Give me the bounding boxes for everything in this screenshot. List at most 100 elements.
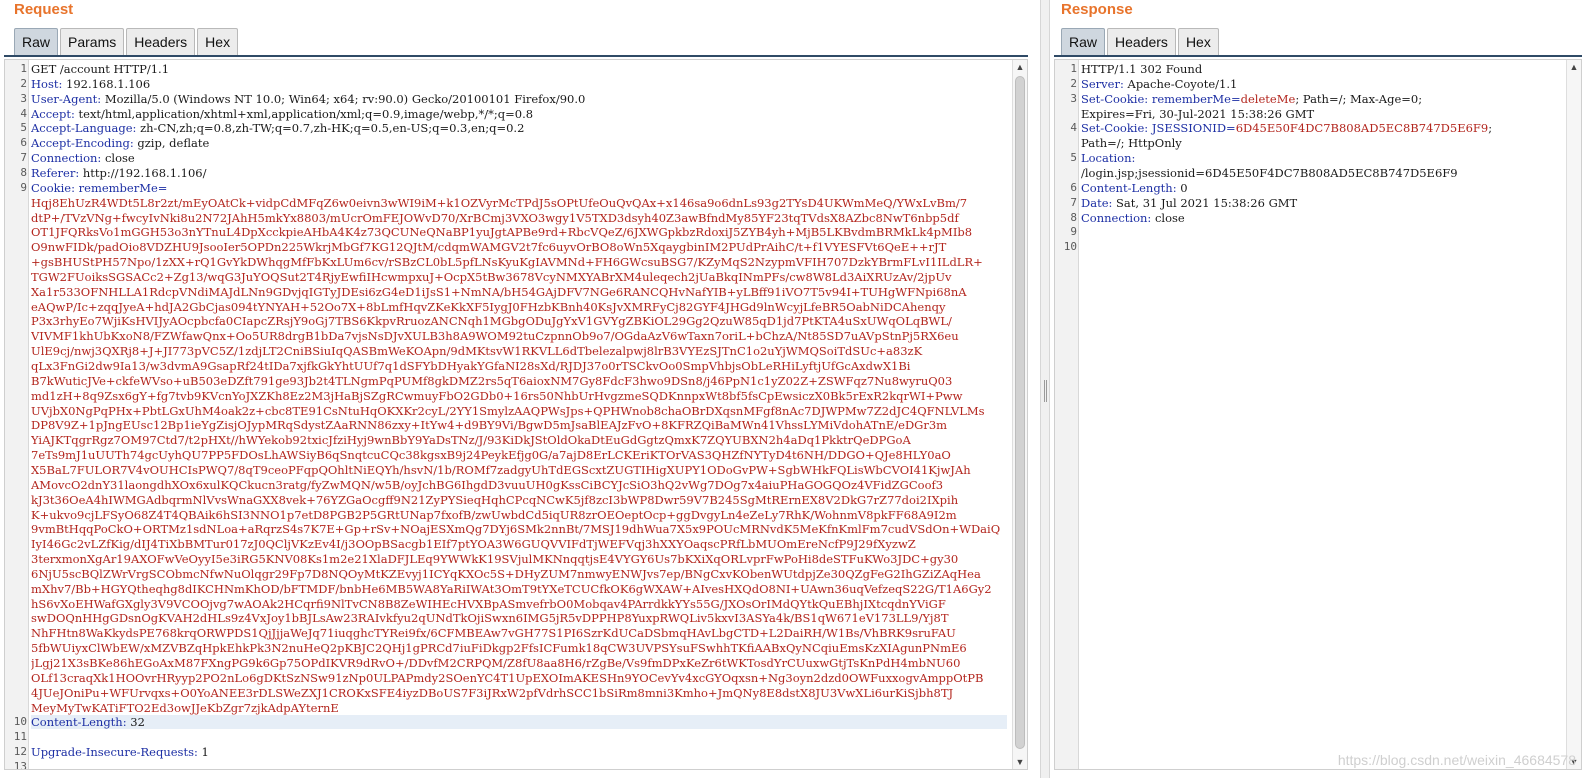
line-number: 8: [20, 165, 27, 179]
cookie-value-line: K+ukvo9cjLFSyO68Z4T4QBAik6hSI3NNO1p7etD8…: [31, 507, 957, 522]
cookie-value-line: Xa1r533OFNHLLA1RdcpVNdiMAJdLNn9GDvjqIGTy…: [31, 284, 967, 299]
header-name: Connection:: [1081, 210, 1152, 225]
request-tab-hex[interactable]: Hex: [197, 28, 239, 56]
header-name: Accept:: [31, 106, 75, 121]
header-value: Sat, 31 Jul 2021 15:38:26 GMT: [1112, 195, 1298, 210]
cookie-value-line: 7eTs9mJ1uUUTh74gcUyhQU7PP5FDOsLhAWSiyB6q…: [31, 448, 951, 463]
line-number: 13: [13, 759, 27, 770]
response-tab-hex[interactable]: Hex: [1177, 28, 1219, 56]
header-value: Apache-Coyote/1.1: [1123, 76, 1238, 91]
cookie-value-line: B7kWuticJVe+ckfeWVso+uB503eDZft791ge93Jb…: [31, 373, 953, 388]
header-value: 0: [1176, 180, 1188, 195]
request-tab-params[interactable]: Params: [60, 28, 125, 56]
request-tabs: Raw Params Headers Hex: [14, 28, 240, 56]
code-line: Content-Length: 32: [31, 715, 1007, 730]
code-line: Path=/; HttpOnly: [1081, 136, 1561, 150]
header-value: http://192.168.1.106/: [79, 165, 207, 180]
header-name: Set-Cookie:: [1081, 121, 1149, 136]
line-number: 5: [1070, 151, 1077, 165]
header-value: ;: [1488, 121, 1493, 136]
cookie-value-line: MeyMyTwKATiFTO2Ed3owJJeKbZgr7zjkAdpAYter…: [31, 700, 339, 715]
request-tab-headers[interactable]: Headers: [126, 28, 196, 56]
code-line: Location:: [1081, 151, 1561, 165]
code-line: Accept: text/html,application/xhtml+xml,…: [31, 107, 1007, 121]
line-number: 10: [13, 715, 27, 729]
code-line: User-Agent: Mozilla/5.0 (Windows NT 10.0…: [31, 92, 1007, 106]
code-line: Connection: close: [31, 151, 1007, 165]
split-divider[interactable]: [1040, 0, 1050, 778]
response-tab-raw[interactable]: Raw: [1061, 28, 1106, 56]
cookie-value-line: X5BaL7FULOR7V4vOUHCIsPWQ7/8qT9ceoPFqpQOh…: [31, 462, 971, 477]
code-line: Cookie: rememberMe=: [31, 181, 1007, 195]
header-name: Content-Length:: [31, 715, 127, 730]
header-value: 6D45E50F4DC7B808AD5EC8B747D5E6F9: [1235, 121, 1489, 136]
response-scrollbar[interactable]: ▲ ▼: [1566, 60, 1581, 769]
cookie-value-line: VIVMF1khUbKxoN8/FZWfawQnx+Oo5UR8drgB1bDa…: [31, 329, 959, 344]
response-tab-underline: [1054, 55, 1582, 57]
line-number: 2: [20, 76, 27, 90]
header-value: 32: [126, 715, 145, 730]
code-line: /login.jsp;jsessionid=6D45E50F4DC7B808AD…: [1081, 166, 1561, 180]
line-number: 6: [20, 136, 27, 150]
line-number: 9: [20, 180, 27, 194]
header-name: Host:: [31, 76, 63, 91]
cookie-value-line: DP8V9Z+1pJngEUsc12Bp1ieYgZisjOJypMRqSdys…: [31, 418, 948, 433]
code-line: Connection: close: [1081, 211, 1561, 225]
code-line: Date: Sat, 31 Jul 2021 15:38:26 GMT: [1081, 196, 1561, 210]
code-line: GET /account HTTP/1.1: [31, 62, 1007, 76]
header-value: close: [1151, 210, 1185, 225]
response-editor[interactable]: 1 HTTP/1.1 302 Found 2 Server: Apache-Coyot…: [1054, 59, 1582, 770]
line-number: 1: [1070, 62, 1077, 75]
code-line: HTTP/1.1 302 Found: [1081, 62, 1561, 76]
header-value: Mozilla/5.0 (Windows NT 10.0; Win64; x64…: [101, 91, 586, 106]
code-line: Content-Length: 0: [1081, 181, 1561, 195]
cookie-value-line: md1zH+8q9Zsx6gY+fg7tvb9KVcnYoJXZKh8Ez2M3…: [31, 388, 963, 403]
line-number: 10: [1063, 240, 1077, 254]
code-line: Referer: http://192.168.1.106/: [31, 166, 1007, 180]
code-line: Upgrade-Insecure-Requests: 1: [31, 745, 1007, 759]
header-value: GET /account HTTP/1.1: [31, 62, 170, 76]
cookie-value-line: mXhv7/Bb+HGYQtheqhg8dIKCHNmKhOD/bFTMDF/b…: [31, 581, 992, 596]
header-name: Connection:: [31, 151, 102, 166]
line-number: 4: [1070, 121, 1077, 135]
response-tabs: Raw Headers Hex: [1061, 28, 1221, 56]
header-value: text/html,application/xhtml+xml,applicat…: [74, 106, 534, 121]
cookie-value-line: TGW2FUoiksSGSACc2+Zg13/wqG3JuYOQSut2T4Rj…: [31, 269, 952, 284]
scroll-up-icon[interactable]: ▲: [1567, 60, 1581, 74]
header-name: Location:: [1081, 151, 1136, 166]
header-value: Path=/; HttpOnly: [1081, 136, 1182, 151]
response-tab-headers[interactable]: Headers: [1107, 28, 1176, 56]
header-value: Expires=Fri, 30-Jul-2021 15:38:26 GMT: [1081, 106, 1315, 121]
header-value: HTTP/1.1 302 Found: [1081, 62, 1203, 76]
line-number: 2: [1070, 76, 1077, 90]
cookie-value-line: IyI46Gc2vLZfKig/dIJ4TiXbBMTur017zJ0QCljV…: [31, 537, 916, 552]
header-name: Date:: [1081, 195, 1113, 210]
cookie-value-line: 3terxmonXgAr19AXOFwVeOyyI5e3iRG5KNV08Ks1…: [31, 552, 959, 567]
request-scrollbar[interactable]: ▲ ▼: [1012, 60, 1027, 769]
line-number: 9: [1070, 225, 1077, 239]
cookie-name: rememberMe=: [74, 180, 168, 195]
line-number: 6: [1070, 180, 1077, 194]
code-line: Set-Cookie: JSESSIONID=6D45E50F4DC7B808A…: [1081, 121, 1561, 135]
cookie-value-line: Hqj8EhUzR4WDt5L8r2zt/mEyOAtCk+vidpCdMFqZ…: [31, 195, 968, 210]
request-editor[interactable]: 1 GET /account HTTP/1.1 2 Host: 192.168.1.1…: [4, 59, 1028, 770]
cookie-value-line: 5fbWUiyxClWbEW/xMZVBZqHpkEhkPk3N2nuHeQ2p…: [31, 641, 967, 656]
header-value: deleteMe: [1240, 91, 1296, 106]
request-pane: Request Raw Params Headers Hex 1 GET /acc…: [0, 0, 1040, 778]
response-title: Response: [1061, 1, 1133, 18]
cookie-value-line: dtP+/TVzVNg+fwcyIvNki8u2N72JAhH5mkYx8803…: [31, 210, 959, 225]
cookie-value-line: eAQwP/Ic+zqqJyeA+hdJA2GbCjas094tYNYAH+52…: [31, 299, 946, 314]
request-scroll-thumb[interactable]: [1015, 76, 1025, 749]
cookie-value-line: OLf13craqXk1HOOvrHRyyp2PO2nLo6gDKtSzNSw9…: [31, 670, 984, 685]
request-tab-underline: [4, 55, 1028, 57]
scroll-up-icon[interactable]: ▲: [1013, 60, 1027, 74]
header-value: gzip, deflate: [133, 136, 210, 151]
request-tab-raw[interactable]: Raw: [14, 28, 59, 56]
header-name: Accept-Language:: [31, 121, 137, 136]
scroll-down-icon[interactable]: ▼: [1013, 755, 1027, 769]
line-number: 1: [20, 62, 27, 75]
header-name: Upgrade-Insecure-Requests:: [31, 745, 198, 760]
code-line: Expires=Fri, 30-Jul-2021 15:38:26 GMT: [1081, 107, 1561, 121]
divider-grip-icon[interactable]: [1044, 380, 1047, 402]
cookie-value-line: 9vmBtHqqPoCkO+ORTMz1sdNLoa+aRqrzS4s7K7E+…: [31, 522, 1001, 537]
